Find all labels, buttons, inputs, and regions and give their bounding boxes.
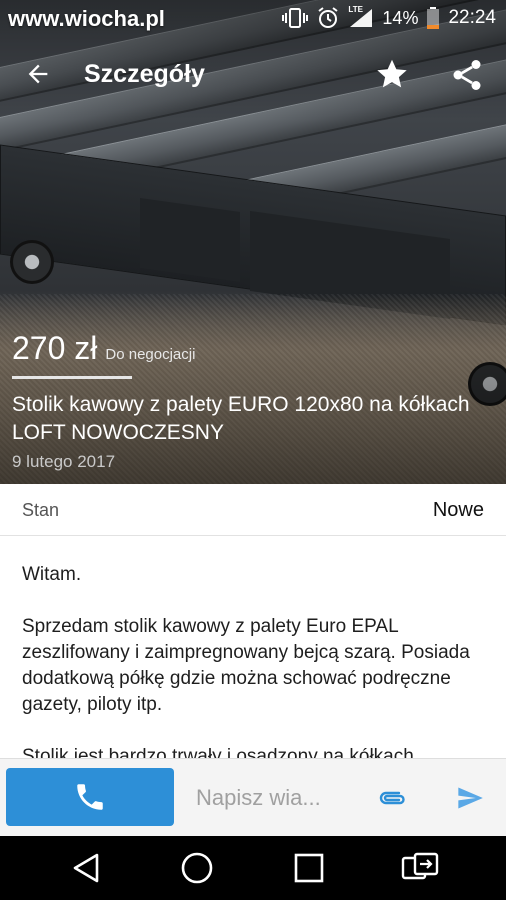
phone-icon <box>77 784 103 810</box>
price: 270 zł <box>12 330 98 366</box>
app-bar: Szczegóły <box>0 44 506 104</box>
signal-icon: LTE <box>348 5 374 29</box>
status-icons: LTE 14% 22:24 <box>282 5 496 30</box>
vibrate-icon <box>282 7 309 29</box>
listing-date: 9 lutego 2017 <box>12 452 116 471</box>
switch-app-icon <box>401 852 439 880</box>
description-paragraph: Sprzedam stolik kawowy z palety Euro EPA… <box>22 616 470 715</box>
home-circle-icon <box>181 852 213 884</box>
send-icon <box>458 787 483 809</box>
favorite-button[interactable] <box>372 54 412 94</box>
share-icon <box>453 60 481 90</box>
share-button[interactable] <box>446 54 488 96</box>
nav-switch-button[interactable] <box>398 848 442 888</box>
back-arrow-icon <box>28 64 48 84</box>
contact-bar <box>0 758 506 836</box>
condition-label: Stan <box>22 500 60 520</box>
nav-recents-button[interactable] <box>287 848 331 888</box>
price-negotiable-note: Do negocjacji <box>105 346 196 363</box>
nav-home-button[interactable] <box>175 848 219 888</box>
recents-square-icon <box>294 853 324 883</box>
paperclip-icon <box>379 791 405 805</box>
description: Witam. Sprzedam stolik kawowy z palety E… <box>22 562 492 758</box>
back-triangle-icon <box>73 853 99 883</box>
price-row: 270 zł Do negocjacji <box>12 330 195 367</box>
page-title: Szczegóły <box>84 60 205 88</box>
call-button[interactable] <box>6 768 174 826</box>
nav-back-button[interactable] <box>64 848 108 888</box>
description-paragraph: Stolik jest bardzo trwały i osadzony na … <box>22 746 414 758</box>
condition-row: Stan Nowe <box>0 484 506 536</box>
photo-pallet-gap <box>140 197 240 283</box>
condition-value: Nowe <box>432 499 484 521</box>
clock: 22:24 <box>448 7 496 28</box>
battery-percent: 14% <box>382 7 419 28</box>
battery-icon <box>426 7 440 29</box>
watermark-text: www.wiocha.pl <box>8 6 165 31</box>
message-input[interactable] <box>196 781 346 815</box>
description-paragraph: Witam. <box>22 564 82 585</box>
send-button[interactable] <box>450 779 490 817</box>
system-nav-bar <box>0 836 506 900</box>
listing-title: Stolik kawowy z palety EURO 120x80 na kó… <box>12 393 470 444</box>
star-icon <box>377 59 407 88</box>
alarm-icon <box>316 6 340 30</box>
price-underline <box>12 376 132 379</box>
back-button[interactable] <box>18 54 58 94</box>
status-bar: www.wiocha.pl LTE 14% 22:24 <box>0 0 506 34</box>
network-type-label: LTE <box>348 5 363 14</box>
attach-button[interactable] <box>374 781 412 815</box>
photo-wheel <box>10 240 54 284</box>
